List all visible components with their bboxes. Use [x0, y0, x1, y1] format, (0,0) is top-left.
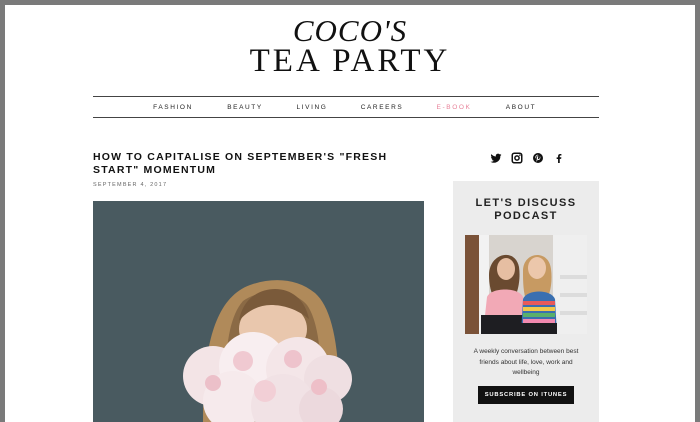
nav-item-about[interactable]: ABOUT [506, 97, 536, 117]
podcast-title: LET'S DISCUSS PODCAST [475, 197, 577, 222]
podcast-photo [465, 235, 587, 334]
twitter-icon[interactable] [490, 151, 502, 163]
nav-item-fashion[interactable]: FASHION [153, 97, 193, 117]
nav-item-beauty[interactable]: BEAUTY [227, 97, 263, 117]
podcast-widget: LET'S DISCUSS PODCAST A weekly conversat… [453, 181, 599, 422]
podcast-image[interactable] [465, 235, 587, 334]
nav-item-living[interactable]: LIVING [297, 97, 328, 117]
logo-line-2: TEA PARTY [249, 43, 451, 79]
hero-photo [93, 201, 424, 422]
facebook-icon[interactable] [553, 151, 565, 163]
podcast-description: A weekly conversation between best frien… [473, 348, 579, 376]
post-title[interactable]: HOW TO CAPITALISE ON SEPTEMBER'S "FRESH … [93, 151, 423, 177]
post-date: SEPTEMBER 4, 2017 [93, 182, 168, 188]
browser-frame: COCO'S TEA PARTY FASHION BEAUTY LIVING C… [5, 5, 695, 422]
main-nav: FASHION BEAUTY LIVING CAREERS E-BOOK ABO… [93, 96, 599, 118]
pinterest-icon[interactable] [532, 151, 544, 163]
post-hero-image[interactable] [93, 201, 424, 422]
site-logo[interactable]: COCO'S TEA PARTY [5, 15, 695, 79]
nav-item-careers[interactable]: CAREERS [361, 97, 404, 117]
nav-item-ebook[interactable]: E-BOOK [437, 97, 472, 117]
instagram-icon[interactable] [511, 151, 523, 164]
subscribe-itunes-button[interactable]: SUBSCRIBE ON ITUNES [478, 386, 574, 404]
